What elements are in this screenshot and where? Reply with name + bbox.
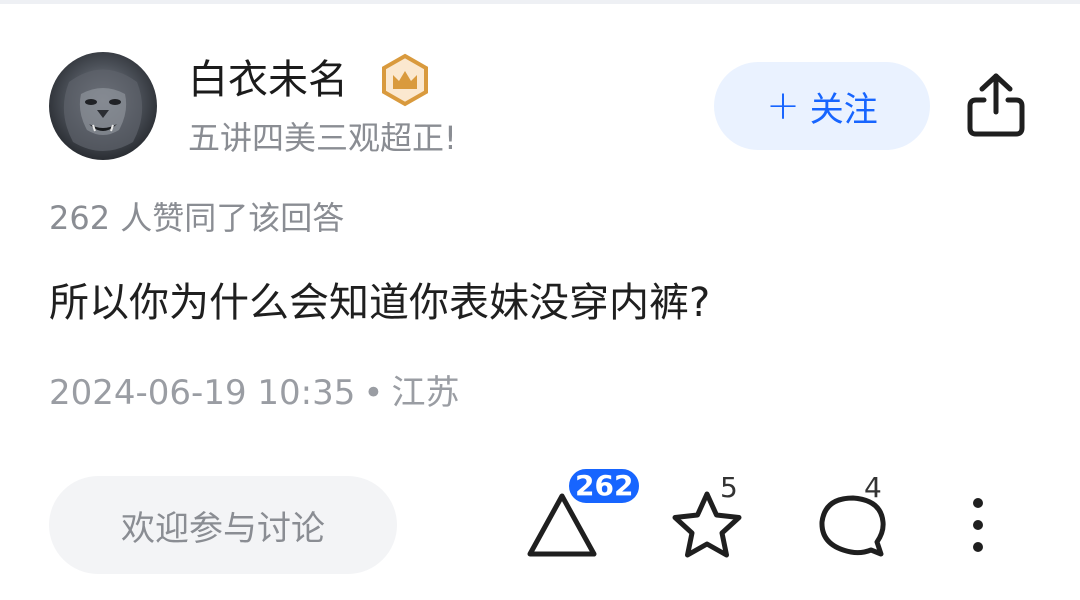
plus-icon: + bbox=[766, 83, 800, 129]
share-icon[interactable] bbox=[962, 68, 1030, 140]
comment-input[interactable]: 欢迎参与讨论 bbox=[49, 476, 397, 574]
answer-meta: 2024-06-19 10:35 • 江苏 bbox=[49, 370, 459, 416]
crown-badge-icon bbox=[378, 53, 432, 107]
upvote-info: 262 人赞同了该回答 bbox=[49, 199, 345, 237]
author-name[interactable]: 白衣未名 bbox=[188, 56, 348, 104]
answer-datetime: 2024-06-19 10:35 bbox=[49, 373, 356, 413]
follow-label: 关注 bbox=[809, 89, 878, 130]
comment-placeholder: 欢迎参与讨论 bbox=[121, 508, 325, 549]
top-divider bbox=[0, 0, 1080, 4]
avatar[interactable] bbox=[49, 52, 157, 160]
upvote-count-badge: 262 bbox=[566, 466, 643, 506]
answer-location: 江苏 bbox=[391, 373, 460, 413]
meta-separator: • bbox=[363, 373, 384, 413]
favorite-count: 5 bbox=[720, 471, 738, 504]
follow-button[interactable]: + 关注 bbox=[714, 62, 930, 150]
answer-text: 所以你为什么会知道你表妹没穿内裤? bbox=[49, 280, 711, 326]
comment-count: 4 bbox=[864, 471, 882, 504]
author-bio: 五讲四美三观超正! bbox=[188, 119, 457, 157]
more-icon[interactable] bbox=[962, 494, 994, 558]
lion-avatar-image bbox=[63, 69, 143, 151]
